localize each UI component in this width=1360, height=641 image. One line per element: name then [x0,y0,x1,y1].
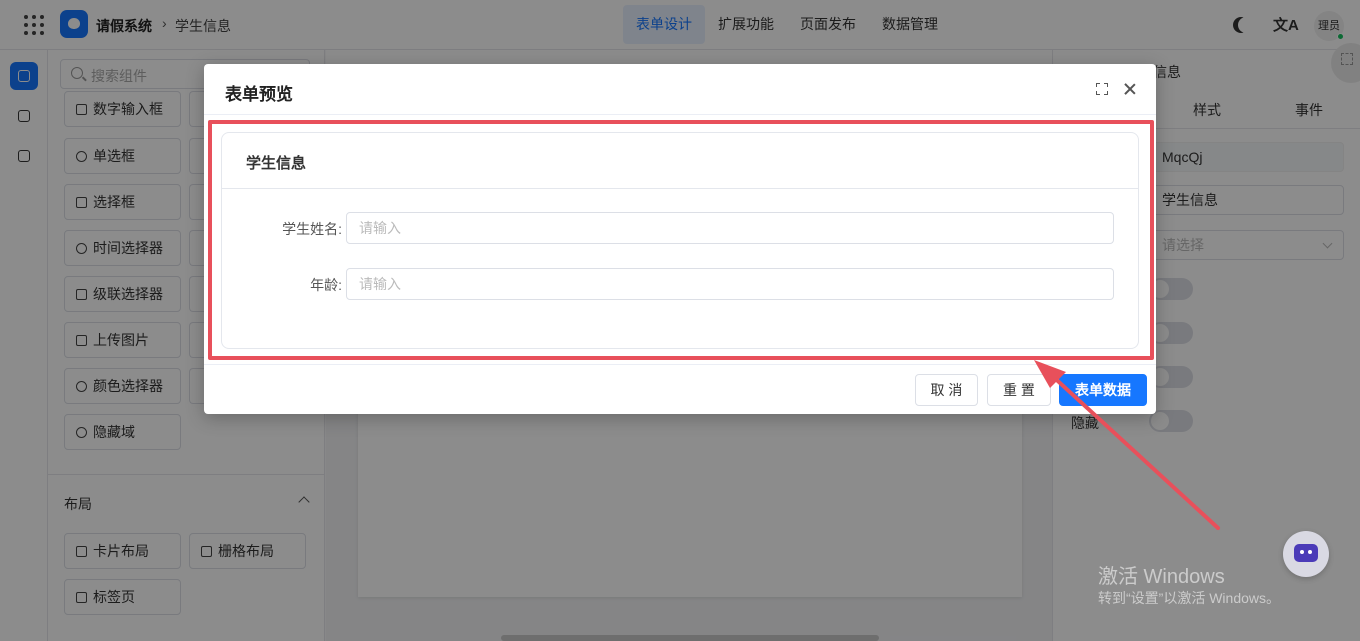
dialog-header-divider [204,114,1156,115]
form-data-button[interactable]: 表单数据 [1059,374,1147,406]
cancel-button[interactable]: 取 消 [915,374,978,406]
assistant-bot-button[interactable] [1283,531,1329,577]
reset-button[interactable]: 重 置 [987,374,1051,406]
maximize-icon[interactable] [1096,83,1108,95]
annotation-highlight-box [208,120,1154,360]
dialog-footer-divider [204,364,1156,365]
activation-watermark-hint: 转到“设置”以激活 Windows。 [1098,590,1281,606]
close-icon[interactable] [1122,81,1138,97]
activation-watermark-title: 激活 Windows [1098,566,1225,588]
dialog-title: 表单预览 [225,85,293,104]
bot-icon [1294,544,1318,562]
